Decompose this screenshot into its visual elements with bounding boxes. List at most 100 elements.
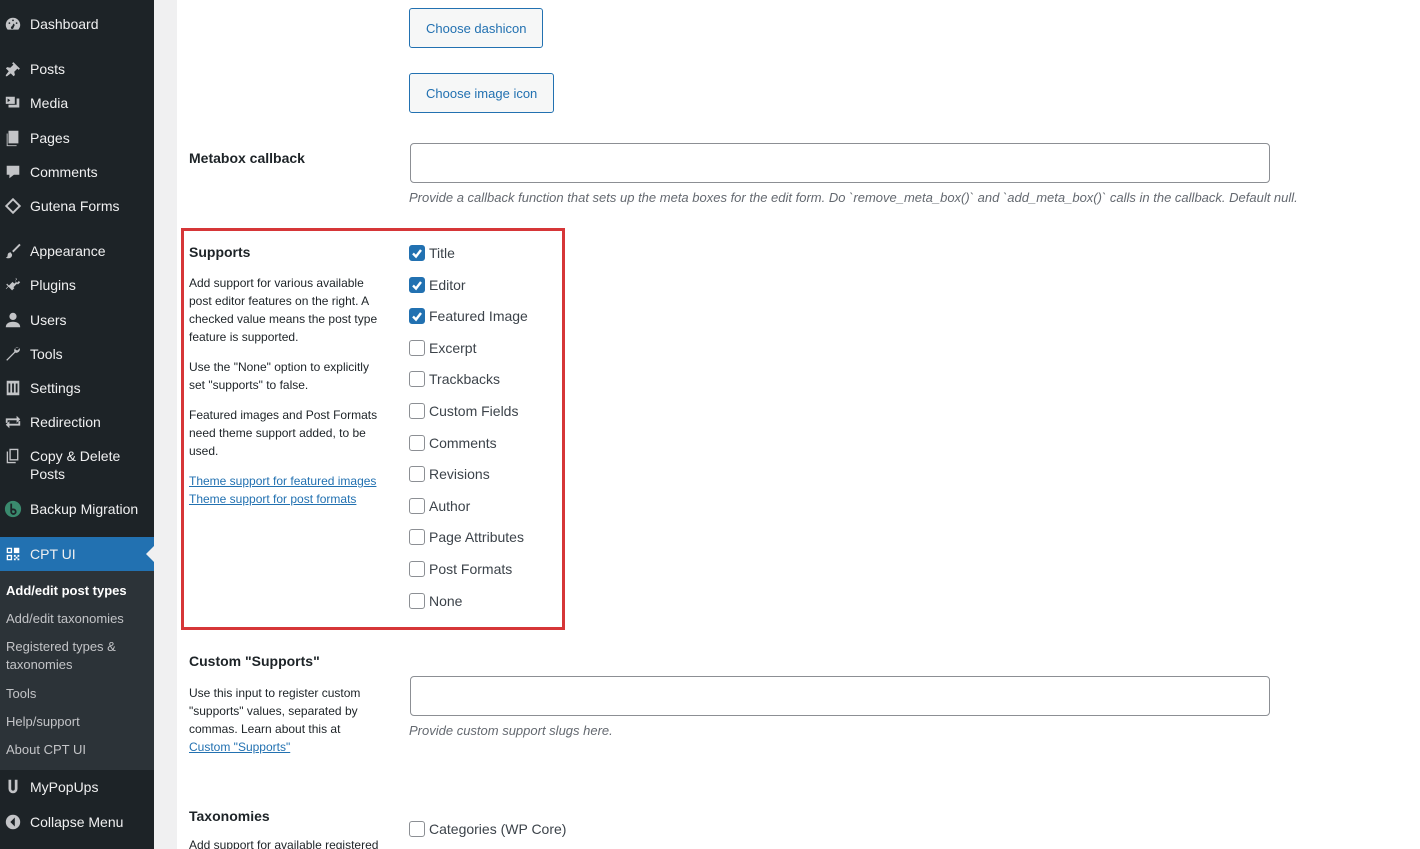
sidebar-item-label: Tools — [30, 346, 63, 362]
custom-supports-label: Custom "Supports" — [189, 653, 320, 669]
admin-sidebar: Dashboard Posts Media Pages Comments Gut… — [0, 0, 154, 849]
checkmark-icon — [412, 312, 422, 322]
checkbox[interactable] — [409, 308, 425, 325]
supports-option-editor[interactable]: Editor — [409, 275, 466, 295]
cpt-ui-submenu: Add/edit post types Add/edit taxonomies … — [0, 571, 154, 770]
supports-desc-features: Add support for various available post e… — [189, 276, 378, 344]
dashboard-icon — [2, 15, 24, 33]
choose-image-icon-button[interactable]: Choose image icon — [409, 73, 555, 113]
sidebar-item-label: Media — [30, 95, 69, 111]
checkmark-icon — [412, 280, 422, 290]
sidebar-item-media[interactable]: Media — [0, 94, 154, 112]
supports-option-title[interactable]: Title — [409, 243, 455, 263]
custom-supports-input[interactable] — [410, 676, 1270, 716]
wrench-icon — [2, 345, 24, 363]
checkbox[interactable] — [409, 821, 425, 837]
sidebar-item-plugins[interactable]: Plugins — [0, 276, 154, 294]
checkbox[interactable] — [409, 529, 425, 546]
supports-option-author[interactable]: Author — [409, 496, 470, 516]
checkbox-label: Post Formats — [429, 561, 513, 577]
metabox-callback-help: Provide a callback function that sets up… — [409, 190, 1298, 205]
sidebar-item-dashboard[interactable]: Dashboard — [0, 15, 154, 33]
metabox-callback-input[interactable] — [410, 143, 1270, 183]
sidebar-item-settings[interactable]: Settings — [0, 379, 154, 397]
sidebar-item-label: Collapse Menu — [30, 814, 124, 830]
theme-support-featured-images-link[interactable]: Theme support for featured images — [189, 472, 385, 490]
sidebar-item-redirection[interactable]: Redirection — [0, 413, 154, 431]
collapse-menu-button[interactable]: Collapse Menu — [0, 813, 154, 831]
checkbox-label: Author — [429, 497, 471, 514]
checkbox-label: Custom Fields — [429, 403, 519, 419]
grid-icon — [2, 545, 24, 563]
mypopups-logo-icon — [2, 778, 24, 796]
checkbox[interactable] — [409, 245, 425, 261]
choose-dashicon-button[interactable]: Choose dashicon — [409, 8, 544, 48]
sidebar-item-label: Dashboard — [30, 16, 99, 32]
comment-icon — [2, 163, 24, 181]
custom-supports-help: Provide custom support slugs here. — [409, 723, 613, 738]
supports-label: Supports — [189, 244, 251, 260]
sliders-icon — [2, 379, 24, 397]
supports-option-none[interactable]: None — [409, 591, 462, 611]
sidebar-item-label: Appearance — [30, 243, 106, 259]
supports-option-excerpt[interactable]: Excerpt — [409, 338, 476, 358]
checkbox-label: Editor — [429, 276, 466, 293]
supports-option-comments[interactable]: Comments — [409, 433, 497, 453]
checkbox[interactable] — [409, 434, 425, 451]
checkbox[interactable] — [409, 339, 425, 356]
plugin-icon — [2, 276, 24, 294]
sidebar-item-cpt-ui[interactable]: CPT UI — [0, 537, 154, 571]
supports-option-trackbacks[interactable]: Trackbacks — [409, 369, 500, 389]
checkbox-label: Page Attributes — [429, 529, 524, 546]
sidebar-item-posts[interactable]: Posts — [0, 60, 154, 78]
sidebar-item-appearance[interactable]: Appearance — [0, 242, 154, 260]
checkbox[interactable] — [409, 592, 425, 609]
sidebar-item-comments[interactable]: Comments — [0, 163, 154, 181]
supports-option-page-attributes[interactable]: Page Attributes — [409, 527, 524, 547]
paintbrush-icon — [2, 242, 24, 260]
sidebar-item-backup-migration[interactable]: Backup Migration — [0, 500, 154, 518]
checkbox[interactable] — [409, 497, 425, 514]
sidebar-item-mypopups[interactable]: MyPopUps — [0, 778, 154, 796]
supports-option-custom-fields[interactable]: Custom Fields — [409, 401, 518, 421]
sidebar-item-pages[interactable]: Pages — [0, 129, 154, 147]
checkbox[interactable] — [409, 403, 425, 419]
sidebar-item-tools[interactable]: Tools — [0, 345, 154, 363]
metabox-callback-label: Metabox callback — [189, 150, 305, 166]
sidebar-item-label: Plugins — [30, 277, 76, 293]
checkbox[interactable] — [409, 371, 425, 388]
checkbox-label: Featured Image — [429, 308, 528, 325]
sidebar-item-label: Backup Migration — [30, 501, 139, 517]
custom-supports-link[interactable]: Custom "Supports" — [189, 740, 290, 754]
sidebar-item-copy-delete-posts[interactable]: Copy & Delete Posts — [0, 447, 154, 483]
custom-supports-desc-text: Use this input to register custom "suppo… — [189, 686, 361, 736]
submenu-item-help-support[interactable]: Help/support — [6, 713, 146, 731]
theme-support-post-formats-link[interactable]: Theme support for post formats — [189, 490, 385, 508]
sidebar-item-users[interactable]: Users — [0, 311, 154, 329]
sidebar-item-label: Gutena Forms — [30, 198, 120, 214]
submenu-item-registered-types[interactable]: Registered types & taxonomies — [6, 638, 146, 674]
taxonomies-label: Taxonomies — [189, 808, 270, 824]
supports-option-post-formats[interactable]: Post Formats — [409, 559, 512, 579]
checkbox[interactable] — [409, 276, 425, 293]
checkbox-label: Title — [429, 245, 455, 261]
checkbox-label: Revisions — [429, 466, 490, 483]
sidebar-item-label: Settings — [30, 380, 81, 396]
checkbox[interactable] — [409, 561, 425, 577]
sidebar-item-label: Redirection — [30, 414, 101, 430]
sidebar-item-gutena-forms[interactable]: Gutena Forms — [0, 197, 154, 215]
redirect-arrows-icon — [2, 413, 24, 431]
submenu-item-add-edit-post-types[interactable]: Add/edit post types — [6, 582, 146, 600]
supports-option-revisions[interactable]: Revisions — [409, 464, 490, 484]
checkbox[interactable] — [409, 466, 425, 483]
sidebar-item-label: Comments — [30, 164, 98, 180]
active-menu-arrow — [146, 546, 154, 562]
checkbox-label: Comments — [429, 434, 497, 451]
checkbox-label: Trackbacks — [429, 371, 501, 388]
main-content: Choose dashicon Choose image icon Metabo… — [177, 0, 1420, 849]
supports-option-featured-image[interactable]: Featured Image — [409, 306, 528, 326]
submenu-item-about-cpt-ui[interactable]: About CPT UI — [6, 741, 146, 759]
submenu-item-add-edit-taxonomies[interactable]: Add/edit taxonomies — [6, 610, 146, 628]
submenu-item-tools[interactable]: Tools — [6, 685, 146, 703]
taxonomy-option-categories-wp-core[interactable]: Categories (WP Core) — [409, 819, 566, 839]
